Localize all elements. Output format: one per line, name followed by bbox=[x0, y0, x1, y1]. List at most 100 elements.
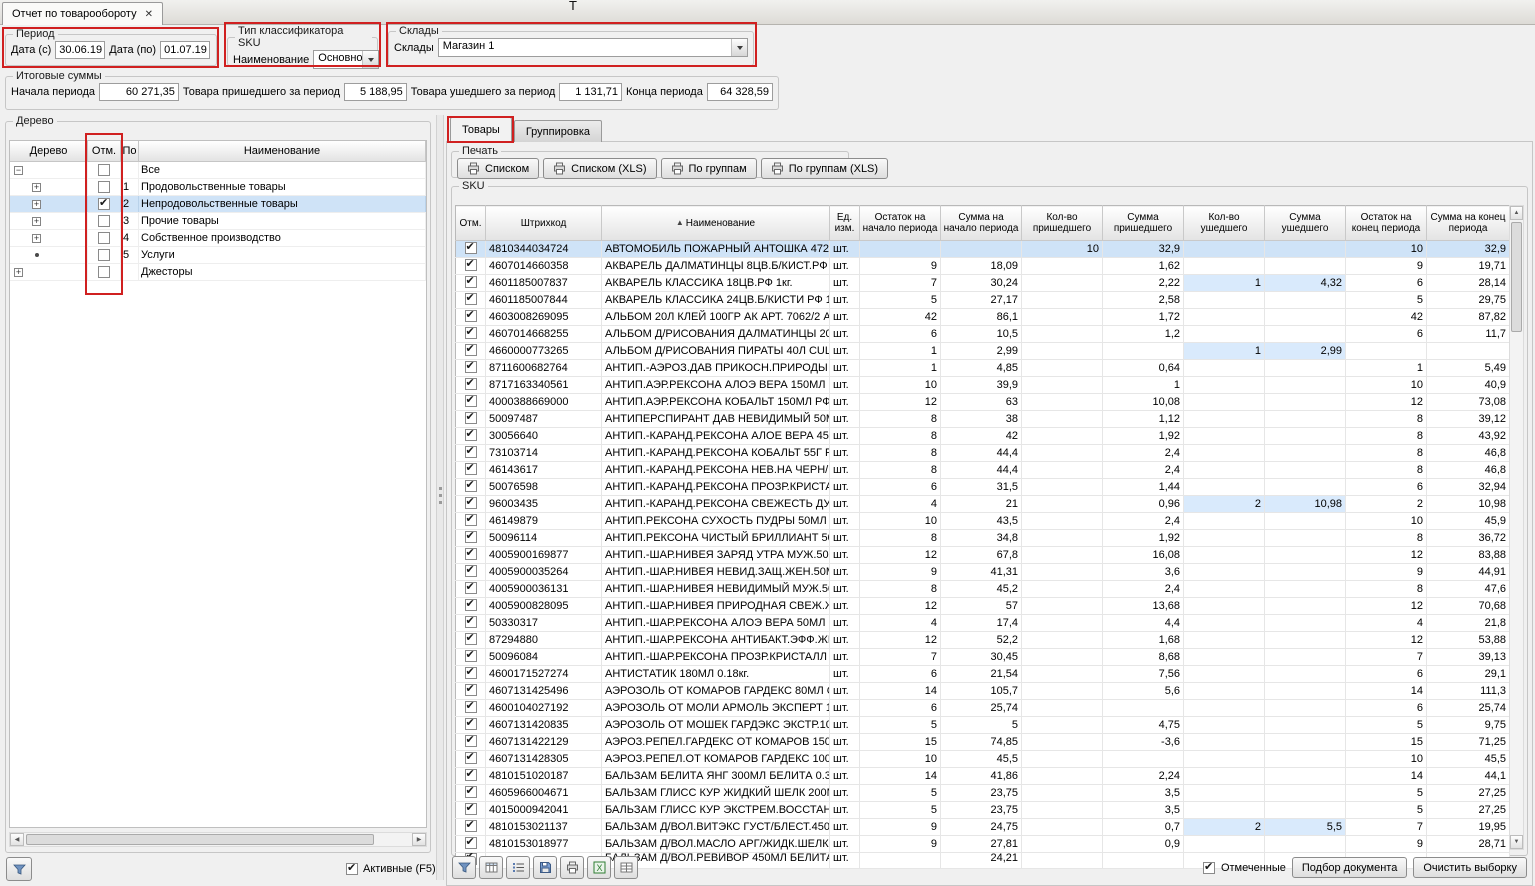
sku-row[interactable]: 50096084АНТИП.-ШАР.РЕКСОНА ПРОЗР.КРИСТАЛ… bbox=[456, 649, 1510, 666]
sku-row-checkbox[interactable] bbox=[465, 565, 477, 577]
sku-row[interactable]: 8711600682764АНТИП.-АЭРОЗ.ДАВ ПРИКОСН.ПР… bbox=[456, 360, 1510, 377]
sku-row-checkbox[interactable] bbox=[465, 803, 477, 815]
columns-tool-button[interactable] bbox=[479, 856, 503, 879]
sku-row[interactable]: 46143617АНТИП.-КАРАНД.РЕКСОНА НЕВ.НА ЧЕР… bbox=[456, 462, 1510, 479]
sku-row[interactable]: 4000388669000АНТИП.АЭР.РЕКСОНА КОБАЛЬТ 1… bbox=[456, 394, 1510, 411]
sku-row[interactable]: 4607014668255АЛЬБОМ Д/РИСОВАНИЯ ДАЛМАТИН… bbox=[456, 326, 1510, 343]
tree-horizontal-scrollbar[interactable]: ◀ ▶ bbox=[9, 832, 427, 847]
scroll-down-icon[interactable]: ▼ bbox=[1510, 835, 1523, 849]
sku-row[interactable]: 4601185007844АКВАРЕЛЬ КЛАССИКА 24ЦВ.Б/КИ… bbox=[456, 292, 1510, 309]
sku-column-header[interactable]: ▲Наименование bbox=[602, 206, 830, 241]
print-button[interactable]: Списком bbox=[457, 158, 539, 179]
sku-row-checkbox[interactable] bbox=[465, 531, 477, 543]
sku-row-checkbox[interactable] bbox=[465, 735, 477, 747]
tree-column-header[interactable]: Отм. bbox=[88, 141, 121, 161]
scrollbar-thumb[interactable] bbox=[1511, 222, 1522, 332]
marked-checkbox[interactable] bbox=[1203, 862, 1215, 874]
sku-row[interactable]: 46149879АНТИП.РЕКСОНА СУХОСТЬ ПУДРЫ 50МЛ… bbox=[456, 513, 1510, 530]
sku-column-header[interactable]: Сумма на начало периода bbox=[941, 206, 1022, 241]
sku-row[interactable]: 4005900828095АНТИП.-ШАР.НИВЕЯ ПРИРОДНАЯ … bbox=[456, 598, 1510, 615]
sku-row-checkbox[interactable] bbox=[465, 786, 477, 798]
tree-column-header[interactable]: По bbox=[121, 141, 139, 161]
sku-row[interactable]: 4605966004671БАЛЬЗАМ ГЛИСС КУР ЖИДКИЙ ШЕ… bbox=[456, 785, 1510, 802]
sku-row-checkbox[interactable] bbox=[465, 429, 477, 441]
sku-row-checkbox[interactable] bbox=[465, 446, 477, 458]
date-to-input[interactable]: 01.07.19 bbox=[160, 41, 210, 59]
sku-row-checkbox[interactable] bbox=[465, 820, 477, 832]
sku-row[interactable]: 73103714АНТИП.-КАРАНД.РЕКСОНА КОБАЛЬТ 55… bbox=[456, 445, 1510, 462]
sku-row[interactable]: 4810344034724АВТОМОБИЛЬ ПОЖАРНЫЙ АНТОШКА… bbox=[456, 241, 1510, 258]
tree-filter-button[interactable] bbox=[6, 857, 32, 881]
sku-row-checkbox[interactable] bbox=[465, 752, 477, 764]
sku-column-header[interactable]: Сумма ушедшего bbox=[1265, 206, 1346, 241]
sku-row[interactable]: 4005900036131АНТИП.-ШАР.НИВЕЯ НЕВИДИМЫЙ … bbox=[456, 581, 1510, 598]
sku-row-checkbox[interactable] bbox=[465, 463, 477, 475]
sku-row-checkbox[interactable] bbox=[465, 701, 477, 713]
tree-row[interactable]: +3Прочие товары bbox=[10, 213, 426, 230]
sku-row[interactable]: 4601185007837АКВАРЕЛЬ КЛАССИКА 18ЦВ.РФ 1… bbox=[456, 275, 1510, 292]
sku-row[interactable]: 4600104027192АЭРОЗОЛЬ ОТ МОЛИ АРМОЛЬ ЭКС… bbox=[456, 700, 1510, 717]
tree-column-header[interactable]: Наименование bbox=[139, 141, 426, 161]
tree-row[interactable]: +2Непродовольственные товары bbox=[10, 196, 426, 213]
sku-column-header[interactable]: Отм. bbox=[456, 206, 486, 241]
sku-row[interactable]: 4607131420835АЭРОЗОЛЬ ОТ МОШЕК ГАРДЭКС Э… bbox=[456, 717, 1510, 734]
sku-row-checkbox[interactable] bbox=[465, 378, 477, 390]
tree-row-checkbox[interactable] bbox=[98, 181, 110, 193]
collapse-icon[interactable]: − bbox=[14, 166, 23, 175]
tree-row[interactable]: 5Услуги bbox=[10, 247, 426, 264]
sku-row[interactable]: 4810151020187БАЛЬЗАМ БЕЛИТА ЯНГ 300МЛ БЕ… bbox=[456, 768, 1510, 785]
sku-row[interactable]: 87294880АНТИП.-ШАР.РЕКСОНА АНТИБАКТ.ЭФФ.… bbox=[456, 632, 1510, 649]
sku-row-checkbox[interactable] bbox=[465, 344, 477, 356]
tab-gruppirovka[interactable]: Группировка bbox=[514, 120, 602, 142]
scroll-right-icon[interactable]: ▶ bbox=[412, 833, 426, 846]
tree-row-checkbox[interactable] bbox=[98, 232, 110, 244]
sku-row[interactable]: 50096114АНТИП.РЕКСОНА ЧИСТЫЙ БРИЛЛИАНТ 5… bbox=[456, 530, 1510, 547]
sku-row[interactable]: 4607131428305АЭРОЗ.РЕПЕЛ.ОТ КОМАРОВ ГАРД… bbox=[456, 751, 1510, 768]
print-button[interactable]: По группам bbox=[661, 158, 757, 179]
tree-row-name[interactable]: Все bbox=[139, 162, 426, 178]
sku-row-checkbox[interactable] bbox=[465, 667, 477, 679]
sku-row-checkbox[interactable] bbox=[465, 276, 477, 288]
clear-selection-button[interactable]: Очистить выборку bbox=[1413, 857, 1527, 878]
sku-row[interactable]: 8717163340561АНТИП.АЭР.РЕКСОНА АЛОЭ ВЕРА… bbox=[456, 377, 1510, 394]
sku-row[interactable]: 4607131425496АЭРОЗОЛЬ ОТ КОМАРОВ ГАРДЕКС… bbox=[456, 683, 1510, 700]
sku-row-checkbox[interactable] bbox=[465, 242, 477, 254]
scroll-up-icon[interactable]: ▲ bbox=[1510, 206, 1523, 220]
print-button[interactable]: Списком (XLS) bbox=[543, 158, 656, 179]
sku-row[interactable]: 4600171527274АНТИСТАТИК 180МЛ 0.18кг.шт.… bbox=[456, 666, 1510, 683]
sku-row-checkbox[interactable] bbox=[465, 480, 477, 492]
tree-column-header[interactable]: Дерево bbox=[10, 141, 88, 161]
sku-row[interactable]: 4005900035264АНТИП.-ШАР.НИВЕЯ НЕВИД.ЗАЩ.… bbox=[456, 564, 1510, 581]
sku-row[interactable]: 50330317АНТИП.-ШАР.РЕКСОНА АЛОЭ ВЕРА 50М… bbox=[456, 615, 1510, 632]
sku-row[interactable]: 4005900169877АНТИП.-ШАР.НИВЕЯ ЗАРЯД УТРА… bbox=[456, 547, 1510, 564]
sku-row-checkbox[interactable] bbox=[465, 548, 477, 560]
sku-row-checkbox[interactable] bbox=[465, 412, 477, 424]
table-tool-button[interactable] bbox=[614, 856, 638, 879]
tree-row-checkbox[interactable] bbox=[98, 164, 110, 176]
sku-row[interactable]: 4607014660358АКВАРЕЛЬ ДАЛМАТИНЦЫ 8ЦВ.Б/К… bbox=[456, 258, 1510, 275]
print-tool-button[interactable] bbox=[560, 856, 584, 879]
print-button[interactable]: По группам (XLS) bbox=[761, 158, 888, 179]
filter-tool-button[interactable] bbox=[452, 856, 476, 879]
sku-row[interactable]: 4607131422129АЭРОЗ.РЕПЕЛ.ГАРДЕКС ОТ КОМА… bbox=[456, 734, 1510, 751]
sku-row-checkbox[interactable] bbox=[465, 327, 477, 339]
expand-icon[interactable]: + bbox=[32, 183, 41, 192]
tree-row-name[interactable]: Непродовольственные товары bbox=[139, 196, 426, 212]
sku-row[interactable]: 50097487АНТИПЕРСПИРАНТ ДАВ НЕВИДИМЫЙ 50М… bbox=[456, 411, 1510, 428]
tree-row[interactable]: +1Продовольственные товары bbox=[10, 179, 426, 196]
sku-row-checkbox[interactable] bbox=[465, 582, 477, 594]
sku-vertical-scrollbar[interactable]: ▲ ▼ bbox=[1509, 205, 1524, 850]
sku-row-checkbox[interactable] bbox=[465, 310, 477, 322]
tree-row[interactable]: +Джесторы bbox=[10, 264, 426, 281]
sku-column-header[interactable]: Кол-во ушедшего bbox=[1184, 206, 1265, 241]
scrollbar-thumb[interactable] bbox=[26, 834, 374, 845]
sku-column-header[interactable]: Кол-во пришедшего bbox=[1022, 206, 1103, 241]
expand-icon[interactable]: + bbox=[32, 217, 41, 226]
sku-row-checkbox[interactable] bbox=[465, 395, 477, 407]
tab-tovary[interactable]: Товары bbox=[450, 117, 512, 142]
sku-row-checkbox[interactable] bbox=[465, 599, 477, 611]
tree-row-name[interactable]: Продовольственные товары bbox=[139, 179, 426, 195]
active-f5-checkbox[interactable] bbox=[346, 863, 358, 875]
tree-row-name[interactable]: Услуги bbox=[139, 247, 426, 263]
sku-row[interactable]: 96003435АНТИП.-КАРАНД.РЕКСОНА СВЕЖЕСТЬ Д… bbox=[456, 496, 1510, 513]
